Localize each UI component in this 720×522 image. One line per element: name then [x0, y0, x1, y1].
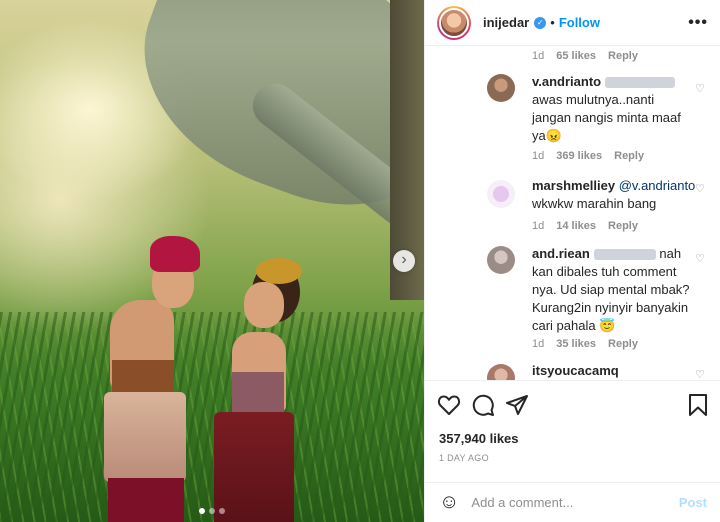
- groom-legs: [108, 478, 184, 522]
- comment-likes[interactable]: 369 likes: [556, 150, 602, 162]
- avatar[interactable]: [487, 74, 515, 102]
- heart-icon[interactable]: [437, 394, 461, 416]
- avatar[interactable]: [487, 364, 515, 380]
- comment-input[interactable]: [471, 495, 679, 510]
- comment-inline-text: nah: [659, 246, 682, 261]
- post-button[interactable]: Post: [679, 495, 707, 510]
- comment-time: 1d: [532, 50, 545, 62]
- carousel-dots: [0, 508, 424, 514]
- post-timestamp[interactable]: 1 DAY AGO: [425, 453, 720, 463]
- reply-button[interactable]: Reply: [614, 150, 644, 162]
- heart-icon[interactable]: ♡: [695, 252, 705, 265]
- comment-text: and.riean nah kan dibales tuh comment ny…: [532, 245, 692, 335]
- action-icons: [425, 381, 720, 429]
- add-comment-bar: ☺ Post: [425, 482, 720, 522]
- comment-content: awas mulutnya..nanti jangan nangis minta…: [532, 92, 681, 143]
- comment-meta: 1d 369 likes Reply: [532, 150, 644, 162]
- comment-meta: 1d 14 likes Reply: [532, 220, 638, 232]
- comment-username[interactable]: and.riean: [532, 246, 590, 261]
- comment-username[interactable]: v.andrianto: [532, 74, 601, 89]
- verified-icon: ✓: [534, 16, 547, 29]
- likes-count[interactable]: 357,940 likes: [425, 431, 720, 446]
- avatar[interactable]: [487, 180, 515, 208]
- bookmark-icon[interactable]: [687, 393, 709, 417]
- more-icon[interactable]: •••: [688, 14, 708, 32]
- bride-crown: [256, 258, 302, 284]
- comment-likes[interactable]: 35 likes: [556, 338, 596, 350]
- story-ring[interactable]: [437, 5, 471, 40]
- post-username[interactable]: inijedar: [483, 15, 529, 30]
- carousel-dot[interactable]: [199, 508, 205, 514]
- comment-text: v.andrianto awas mulutnya..nanti jangan …: [532, 73, 692, 145]
- separator-dot: •: [550, 15, 555, 30]
- post-modal: › inijedar ✓ • Follow ••• 1d 65 likes Re…: [0, 0, 720, 522]
- comment-text: marshmelliey @v.andrianto wkwkw marahin …: [532, 177, 702, 213]
- redacted-text: [605, 77, 676, 89]
- comments-list[interactable]: 1d 65 likes Reply v.andrianto awas mulut…: [425, 46, 720, 380]
- grass-field: [0, 312, 424, 522]
- comment-icon[interactable]: [471, 393, 495, 417]
- comment-meta: 1d 35 likes Reply: [532, 338, 638, 350]
- redacted-text: [593, 249, 656, 261]
- avatar[interactable]: [439, 7, 469, 38]
- comment-text: itsyoucacamq: [532, 362, 692, 380]
- chevron-right-icon[interactable]: ›: [393, 250, 415, 272]
- reply-button[interactable]: Reply: [608, 338, 638, 350]
- post-header: inijedar ✓ • Follow •••: [425, 0, 720, 46]
- comment-content: kan dibales tuh comment nya. Ud siap men…: [532, 264, 690, 333]
- comment-mention[interactable]: @v.andrianto: [619, 178, 696, 193]
- comment-time: 1d: [532, 338, 545, 350]
- reply-button[interactable]: Reply: [608, 220, 638, 232]
- carousel-dot[interactable]: [219, 508, 225, 514]
- bride-skirt: [214, 412, 294, 522]
- comment-meta: 1d 65 likes Reply: [532, 50, 638, 62]
- emoji-icon[interactable]: ☺: [439, 491, 459, 514]
- comment-username[interactable]: itsyoucacamq: [532, 363, 619, 378]
- comment-time: 1d: [532, 150, 545, 162]
- post-sidebar: inijedar ✓ • Follow ••• 1d 65 likes Repl…: [424, 0, 720, 522]
- carousel-dot[interactable]: [209, 508, 215, 514]
- heart-icon[interactable]: ♡: [695, 182, 705, 195]
- heart-icon[interactable]: ♡: [695, 368, 705, 380]
- comment-likes[interactable]: 14 likes: [556, 220, 596, 232]
- avatar[interactable]: [487, 246, 515, 274]
- heart-icon[interactable]: ♡: [695, 82, 705, 95]
- comment-likes[interactable]: 65 likes: [556, 50, 596, 62]
- comment-content: wkwkw marahin bang: [532, 196, 657, 211]
- follow-button[interactable]: Follow: [559, 15, 600, 30]
- post-photo[interactable]: ›: [0, 0, 424, 522]
- comment-time: 1d: [532, 220, 545, 232]
- post-actions: 357,940 likes 1 DAY AGO: [425, 380, 720, 463]
- comment-username[interactable]: marshmelliey: [532, 178, 615, 193]
- reply-button[interactable]: Reply: [608, 50, 638, 62]
- bride-head: [244, 282, 284, 328]
- bride-top: [232, 372, 284, 412]
- groom-sarong: [104, 392, 186, 482]
- share-icon[interactable]: [505, 393, 529, 417]
- groom-headwrap: [150, 236, 200, 272]
